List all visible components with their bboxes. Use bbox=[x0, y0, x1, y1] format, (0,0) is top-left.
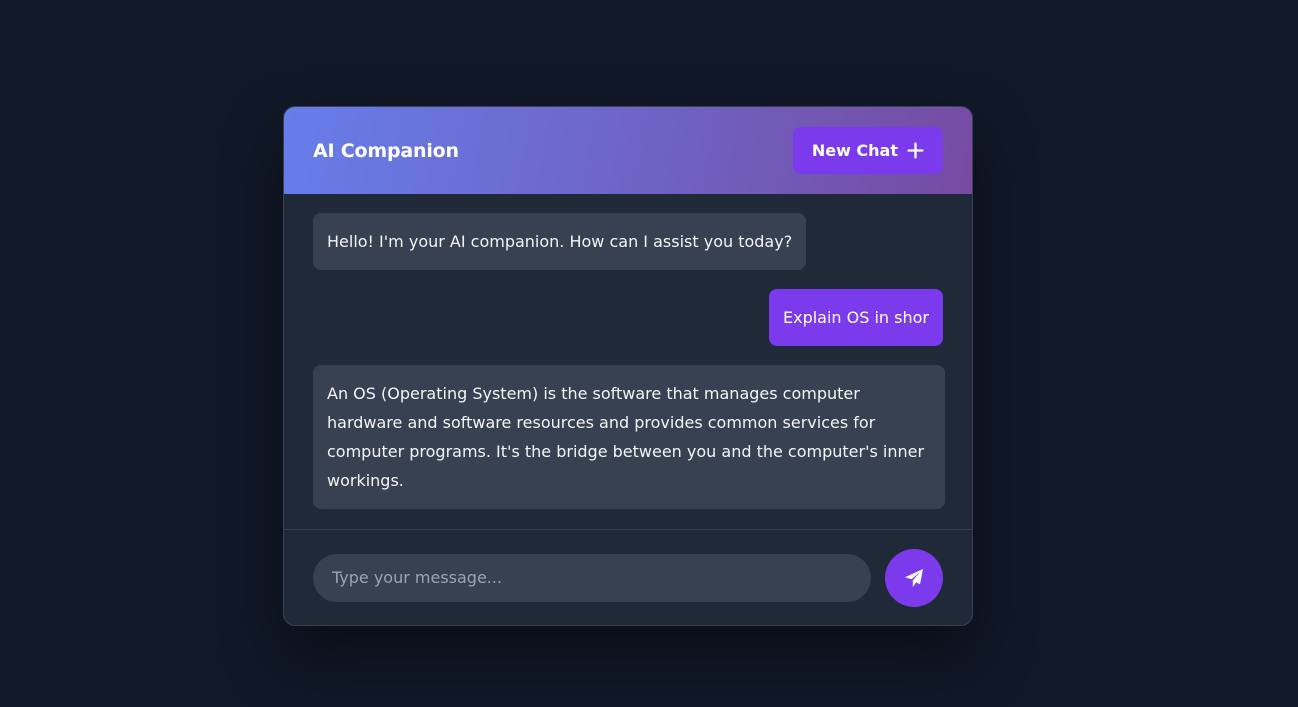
ai-message: Hello! I'm your AI companion. How can I … bbox=[313, 213, 807, 270]
chat-window: AI Companion New Chat Hello! I'm your AI… bbox=[283, 106, 973, 626]
send-button[interactable] bbox=[885, 548, 943, 607]
input-bar bbox=[284, 530, 972, 625]
app-title: AI Companion bbox=[313, 139, 459, 162]
chat-header: AI Companion New Chat bbox=[284, 107, 972, 194]
paper-plane-icon bbox=[905, 568, 923, 587]
user-message: Explain OS in shor bbox=[768, 289, 943, 346]
plus-icon bbox=[907, 142, 924, 159]
new-chat-label: New Chat bbox=[811, 141, 898, 160]
new-chat-button[interactable]: New Chat bbox=[792, 127, 943, 174]
message-list: Hello! I'm your AI companion. How can I … bbox=[284, 194, 972, 530]
message-input[interactable] bbox=[313, 553, 871, 602]
ai-message: An OS (Operating System) is the software… bbox=[313, 365, 945, 509]
